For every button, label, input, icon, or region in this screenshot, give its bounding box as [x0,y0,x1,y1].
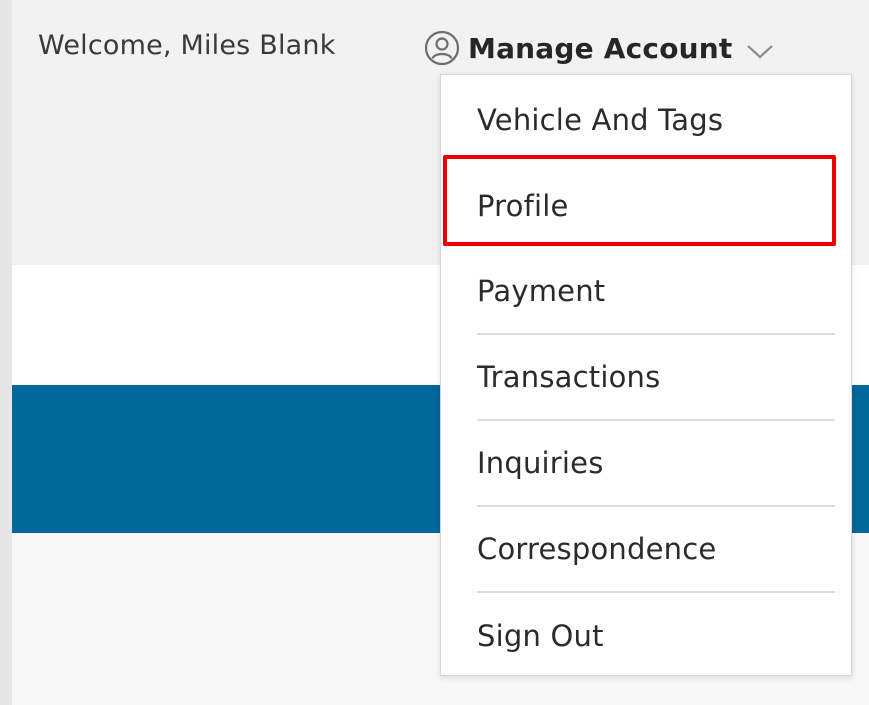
menu-item-label: Vehicle And Tags [477,103,724,137]
menu-item-inquiries[interactable]: Inquiries [477,421,835,507]
menu-item-label: Correspondence [477,532,717,566]
menu-item-label: Payment [477,274,606,308]
menu-item-payment[interactable]: Payment [477,249,835,335]
manage-account-button[interactable]: Manage Account [424,26,775,70]
page-background: Welcome, Miles Blank Manage Account Vehi… [12,0,869,705]
menu-item-label: Sign Out [477,619,604,653]
menu-item-vehicle-and-tags[interactable]: Vehicle And Tags [477,77,835,163]
chevron-down-icon [746,45,773,59]
menu-item-transactions[interactable]: Transactions [477,335,835,421]
menu-item-sign-out[interactable]: Sign Out [477,593,835,679]
menu-item-label: Inquiries [477,446,604,480]
manage-account-label: Manage Account [468,31,733,65]
account-dropdown-menu: Vehicle And Tags Profile Payment Transac… [440,74,852,676]
user-circle-icon [424,30,460,66]
menu-item-label: Profile [477,189,569,223]
menu-item-profile[interactable]: Profile [477,163,835,249]
menu-item-correspondence[interactable]: Correspondence [477,507,835,593]
menu-item-label: Transactions [477,360,661,394]
welcome-text: Welcome, Miles Blank [38,30,336,61]
